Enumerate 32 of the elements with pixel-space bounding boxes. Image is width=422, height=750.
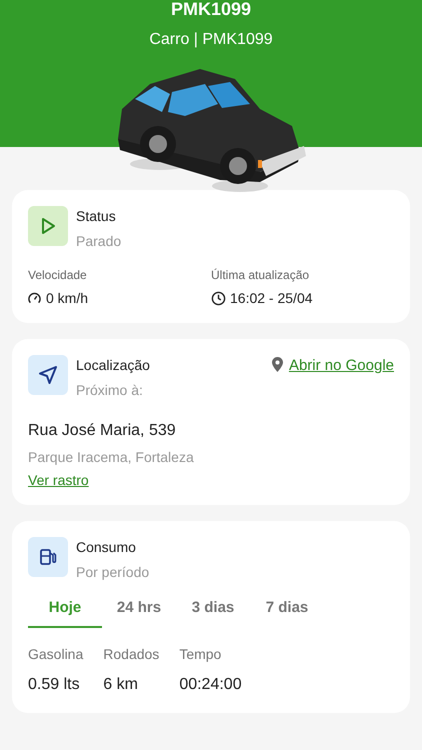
metric-label: Gasolina [28,644,84,664]
pin-icon [272,357,283,372]
open-google-link[interactable]: Abrir no Google [288,355,394,378]
consumption-subtitle: Por período [76,563,150,582]
metric-label: Tempo [179,644,222,664]
view-track-link[interactable]: Ver rastro [28,470,89,491]
clock-icon [211,291,226,306]
vehicle-title: PMK1099 [170,0,252,18]
status-title: Status [76,207,117,226]
status-value: Parado [76,232,122,251]
update-value: 16:02 - 25/04 [230,289,313,308]
location-title: Localização [76,356,151,375]
speedometer-icon [28,292,41,305]
consumption-title: Consumo [76,538,137,557]
street-address: Rua José Maria, 539 [28,421,177,441]
navigation-icon [28,355,68,395]
speed-label: Velocidade [28,267,88,284]
vehicle-subtitle: Carro | PMK1099 [149,30,273,50]
metric-value: 0.59 lts [28,674,81,694]
metric-label: Rodados [103,644,160,664]
period-tab[interactable]: 7 dias [250,597,324,628]
metric-value: 00:24:00 [179,674,242,694]
fuel-pump-icon [28,537,68,577]
period-tab[interactable]: Hoje [28,597,102,628]
period-tab[interactable]: 24 hrs [102,597,176,628]
update-label: Última atualização [211,267,310,284]
metric-value: 6 km [103,674,139,694]
speed-value: 0 km/h [46,289,88,308]
play-icon [28,206,68,246]
district-city: Parque Iracema, Fortaleza [28,448,195,467]
location-subtitle: Próximo à: [76,381,144,400]
period-tab[interactable]: 3 dias [176,597,250,628]
